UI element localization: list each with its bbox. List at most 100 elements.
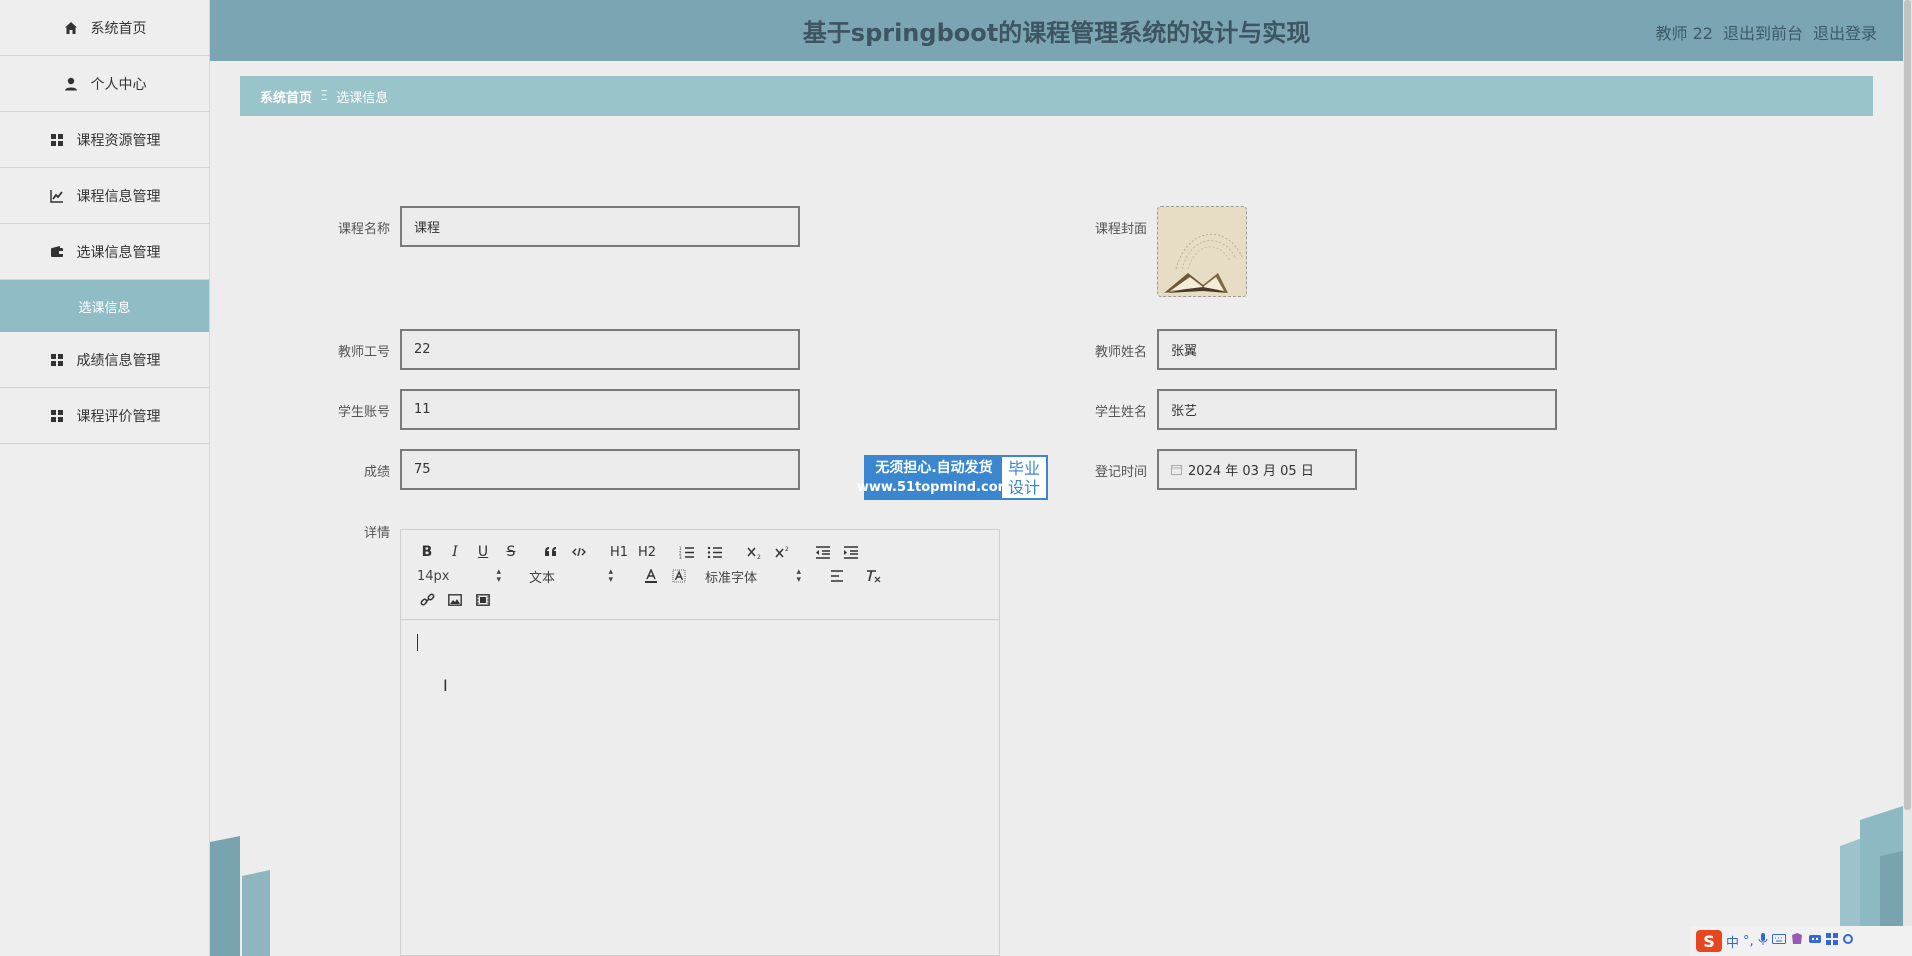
image-icon[interactable]: [441, 588, 469, 612]
course-cover-label: 课程封面: [1094, 222, 1147, 237]
teacher-name-field[interactable]: 张翼: [1157, 329, 1557, 370]
breadcrumb-home[interactable]: 系统首页: [260, 87, 312, 106]
sidebar-item-label: 个人中心: [90, 76, 147, 93]
outdent-icon[interactable]: [809, 540, 837, 564]
superscript-icon[interactable]: 2: [769, 540, 797, 564]
skin-icon[interactable]: [1790, 932, 1804, 950]
font-color-icon[interactable]: [637, 564, 665, 588]
font-family-value: 标准字体: [705, 570, 758, 586]
ad-right-line1: 毕业: [1007, 458, 1040, 478]
editor-toolbar: B I U S H1 H2 123 2 2 14px ▴ ▾ 文本 ▴ ▾ 标准…: [401, 530, 999, 620]
svg-text:2: 2: [785, 546, 789, 553]
link-icon[interactable]: [413, 588, 441, 612]
student-account-label: 学生账号: [337, 405, 390, 420]
settings-icon[interactable]: [1842, 933, 1854, 949]
page-scrollbar[interactable]: [1903, 0, 1912, 956]
sidebar-item-label: 课程资源管理: [76, 132, 161, 149]
top-header: 基于springboot的课程管理系统的设计与实现 教师 22 退出到前台 退出…: [210, 0, 1903, 61]
code-icon[interactable]: [565, 540, 593, 564]
rich-text-editor: B I U S H1 H2 123 2 2 14px ▴ ▾ 文本 ▴ ▾ 标准…: [400, 529, 1000, 956]
keyboard-icon[interactable]: [1771, 933, 1786, 949]
score-field[interactable]: 75: [400, 449, 800, 490]
sidebar-subitem-enroll-info[interactable]: 选课信息: [0, 280, 209, 332]
breadcrumb-current: 选课信息: [336, 90, 389, 106]
decor-right-shapes: [1840, 806, 1903, 926]
sidebar-item-course-evaluation[interactable]: 课程评价管理: [0, 388, 209, 444]
wallet-icon: [49, 244, 65, 260]
register-time-field[interactable]: 2024 年 03 月 05 日: [1157, 449, 1357, 490]
register-time-label: 登记时间: [1094, 465, 1147, 480]
scrollbar-thumb[interactable]: [1904, 0, 1911, 810]
breadcrumb: 系统首页 Ξ 选课信息: [240, 76, 1873, 116]
ime-language[interactable]: 中: [1726, 932, 1739, 951]
ime-punctuation[interactable]: °,: [1743, 934, 1754, 949]
course-name-label: 课程名称: [337, 222, 390, 237]
microphone-icon[interactable]: [1758, 932, 1768, 950]
logout-link[interactable]: 退出登录: [1813, 20, 1877, 44]
sidebar-item-enroll-management[interactable]: 选课信息管理: [0, 224, 209, 280]
editor-content[interactable]: I: [401, 620, 999, 956]
ad-right-line2: 设计: [1007, 477, 1040, 497]
ad-right: 毕业 设计: [1002, 457, 1046, 498]
page-title: 基于springboot的课程管理系统的设计与实现: [802, 19, 1311, 47]
breadcrumb-separator: Ξ: [320, 88, 329, 104]
sidebar-item-label: 系统首页: [90, 20, 147, 37]
svg-text:2: 2: [757, 554, 761, 559]
toolbar-row-2: 14px ▴ ▾ 文本 ▴ ▾ 标准字体 ▴ ▾: [413, 564, 987, 588]
front-link[interactable]: 退出到前台: [1723, 20, 1803, 44]
align-icon[interactable]: [823, 564, 851, 588]
bullet-list-icon[interactable]: [701, 540, 729, 564]
ibeam-cursor-icon: I: [443, 676, 448, 695]
sidebar-item-label: 选课信息管理: [76, 244, 161, 261]
sogou-ime-icon[interactable]: S: [1696, 930, 1722, 952]
clear-format-icon[interactable]: [859, 564, 887, 588]
ad-banner[interactable]: 无须担心.自动发货 www.51topmind.com 毕业 设计: [857, 455, 1048, 500]
sidebar-item-score-management[interactable]: 成绩信息管理: [0, 332, 209, 388]
bold-button[interactable]: B: [413, 540, 441, 564]
ad-url: www.51topmind.com: [856, 479, 1012, 495]
student-account-field[interactable]: 11: [400, 389, 800, 430]
video-icon[interactable]: [469, 588, 497, 612]
paragraph-select[interactable]: 文本 ▴ ▾: [529, 564, 613, 588]
register-time-value: 2024 年 03 月 05 日: [1188, 464, 1314, 479]
header2-label: H2: [637, 544, 657, 560]
paragraph-value: 文本: [529, 570, 556, 586]
sidebar-item-course-resources[interactable]: 课程资源管理: [0, 112, 209, 168]
course-cover-image[interactable]: [1157, 206, 1247, 297]
svg-text:3: 3: [679, 555, 682, 559]
calendar-icon: [1171, 464, 1182, 475]
strike-button[interactable]: S: [497, 540, 525, 564]
select-arrows-icon: ▴ ▾: [796, 567, 801, 585]
student-name-field[interactable]: 张艺: [1157, 389, 1557, 430]
decor-left-shapes: [210, 836, 270, 956]
course-name-field[interactable]: 课程: [400, 206, 800, 247]
ordered-list-icon[interactable]: 123: [673, 540, 701, 564]
teacher-name-label: 教师姓名: [1094, 345, 1147, 360]
header1-button[interactable]: H1: [605, 540, 633, 564]
font-size-select[interactable]: 14px ▴ ▾: [417, 564, 501, 588]
sidebar-item-profile[interactable]: 个人中心: [0, 56, 209, 112]
sidebar-item-home[interactable]: 系统首页: [0, 0, 209, 56]
student-name-label: 学生姓名: [1094, 405, 1147, 420]
quote-icon[interactable]: [537, 540, 565, 564]
indent-icon[interactable]: [837, 540, 865, 564]
background-color-icon[interactable]: [665, 564, 693, 588]
ad-left: 无须担心.自动发货 www.51topmind.com: [857, 457, 1011, 498]
sidebar-item-label: 课程评价管理: [76, 408, 161, 425]
teacher-id-field[interactable]: 22: [400, 329, 800, 370]
toolbox-icon[interactable]: [1808, 933, 1822, 949]
underline-button[interactable]: U: [469, 540, 497, 564]
home-icon: [63, 20, 79, 36]
user-name: 教师 22: [1655, 24, 1713, 43]
subscript-icon[interactable]: 2: [741, 540, 769, 564]
header2-button[interactable]: H2: [633, 540, 661, 564]
sidebar-item-course-info[interactable]: 课程信息管理: [0, 168, 209, 224]
grid-icon: [49, 408, 65, 424]
sidebar: 系统首页 个人中心 课程资源管理 课程信息管理 选课信息管理 选课信息 成绩信息…: [0, 0, 210, 956]
font-family-select[interactable]: 标准字体 ▴ ▾: [705, 564, 801, 588]
apps-icon[interactable]: [1825, 933, 1838, 949]
italic-button[interactable]: I: [441, 540, 469, 564]
sidebar-item-label: 课程信息管理: [76, 188, 161, 205]
toolbar-row-3: [413, 588, 987, 612]
grid-icon: [49, 132, 65, 148]
